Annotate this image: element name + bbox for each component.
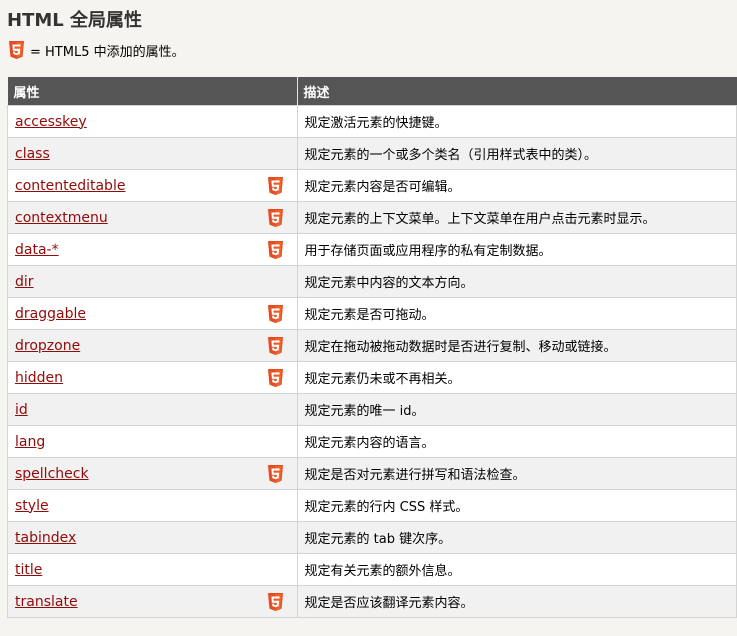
table-row: spellcheck 规定是否对元素进行拼写和语法检查。: [7, 457, 737, 490]
attribute-link[interactable]: tabindex: [15, 530, 76, 546]
attribute-cell: class: [7, 137, 298, 170]
description-cell: 规定元素的 tab 键次序。: [296, 521, 737, 554]
html5-icon: [267, 369, 283, 387]
description-cell: 规定元素内容的语言。: [296, 425, 737, 458]
attribute-cell: hidden: [7, 361, 298, 394]
page-title: HTML 全局属性: [7, 10, 142, 31]
attribute-cell: tabindex: [7, 521, 298, 554]
description-cell: 规定元素中内容的文本方向。: [296, 265, 737, 298]
html5-icon: [267, 465, 283, 483]
attribute-cell: id: [7, 393, 298, 426]
table-row: translate 规定是否应该翻译元素内容。: [7, 585, 737, 618]
legend-text: = HTML5 中添加的属性。: [30, 44, 185, 60]
html5-icon: [9, 41, 24, 59]
description-cell: 规定元素的上下文菜单。上下文菜单在用户点击元素时显示。: [296, 201, 737, 234]
attribute-link[interactable]: draggable: [15, 306, 86, 322]
table-row: id 规定元素的唯一 id。: [7, 393, 737, 426]
attribute-cell: dir: [7, 265, 298, 298]
attribute-link[interactable]: accesskey: [15, 114, 87, 130]
table-row: contextmenu 规定元素的上下文菜单。上下文菜单在用户点击元素时显示。: [7, 201, 737, 234]
attribute-link[interactable]: contenteditable: [15, 178, 125, 194]
description-cell: 规定激活元素的快捷键。: [296, 105, 737, 138]
description-cell: 规定元素是否可拖动。: [296, 297, 737, 330]
attribute-cell: dropzone: [7, 329, 298, 362]
html5-icon: [267, 241, 283, 259]
table-row: class 规定元素的一个或多个类名（引用样式表中的类）。: [7, 137, 737, 170]
attribute-cell: translate: [7, 585, 298, 618]
table-row: tabindex 规定元素的 tab 键次序。: [7, 521, 737, 554]
table-header-row: 属性 描述: [7, 77, 737, 106]
attribute-link[interactable]: style: [15, 498, 49, 514]
table-row: draggable 规定元素是否可拖动。: [7, 297, 737, 330]
description-cell: 规定元素的行内 CSS 样式。: [296, 489, 737, 522]
attribute-cell: style: [7, 489, 298, 522]
attribute-link[interactable]: title: [15, 562, 42, 578]
attribute-link[interactable]: hidden: [15, 370, 63, 386]
description-cell: 规定元素仍未或不再相关。: [296, 361, 737, 394]
description-cell: 规定有关元素的额外信息。: [296, 553, 737, 586]
html5-icon: [267, 177, 283, 195]
table-row: style 规定元素的行内 CSS 样式。: [7, 489, 737, 522]
table-row: lang 规定元素内容的语言。: [7, 425, 737, 458]
attribute-link[interactable]: data-*: [15, 242, 59, 258]
html5-icon: [267, 593, 283, 611]
column-header-description: 描述: [297, 77, 737, 106]
attribute-link[interactable]: contextmenu: [15, 210, 108, 226]
html5-icon: [267, 305, 283, 323]
attribute-cell: accesskey: [7, 105, 298, 138]
table-row: dir 规定元素中内容的文本方向。: [7, 265, 737, 298]
description-cell: 规定元素内容是否可编辑。: [296, 169, 737, 202]
table-row: title 规定有关元素的额外信息。: [7, 553, 737, 586]
description-cell: 用于存储页面或应用程序的私有定制数据。: [296, 233, 737, 266]
attribute-cell: title: [7, 553, 298, 586]
table-row: dropzone 规定在拖动被拖动数据时是否进行复制、移动或链接。: [7, 329, 737, 362]
attribute-link[interactable]: dropzone: [15, 338, 80, 354]
attribute-cell: contenteditable: [7, 169, 298, 202]
description-cell: 规定是否对元素进行拼写和语法检查。: [296, 457, 737, 490]
description-cell: 规定在拖动被拖动数据时是否进行复制、移动或链接。: [296, 329, 737, 362]
column-header-attribute: 属性: [7, 77, 298, 106]
html5-icon: [267, 209, 283, 227]
attribute-link[interactable]: dir: [15, 274, 34, 290]
attribute-cell: lang: [7, 425, 298, 458]
attribute-link[interactable]: class: [15, 146, 50, 162]
description-cell: 规定元素的一个或多个类名（引用样式表中的类）。: [296, 137, 737, 170]
attribute-link[interactable]: spellcheck: [15, 466, 89, 482]
attribute-cell: draggable: [7, 297, 298, 330]
attribute-cell: spellcheck: [7, 457, 298, 490]
table-row: data-* 用于存储页面或应用程序的私有定制数据。: [7, 233, 737, 266]
global-attributes-table: 属性 描述 accesskey 规定激活元素的快捷键。 class 规定元素的一个或多…: [7, 77, 737, 618]
attribute-link[interactable]: translate: [15, 594, 78, 610]
attribute-link[interactable]: id: [15, 402, 28, 418]
table-row: hidden 规定元素仍未或不再相关。: [7, 361, 737, 394]
html5-legend: = HTML5 中添加的属性。: [9, 41, 185, 60]
attribute-cell: data-*: [7, 233, 298, 266]
html5-icon: [267, 337, 283, 355]
description-cell: 规定是否应该翻译元素内容。: [296, 585, 737, 618]
description-cell: 规定元素的唯一 id。: [296, 393, 737, 426]
table-row: accesskey 规定激活元素的快捷键。: [7, 105, 737, 138]
attribute-cell: contextmenu: [7, 201, 298, 234]
attribute-link[interactable]: lang: [15, 434, 45, 450]
table-row: contenteditable 规定元素内容是否可编辑。: [7, 169, 737, 202]
